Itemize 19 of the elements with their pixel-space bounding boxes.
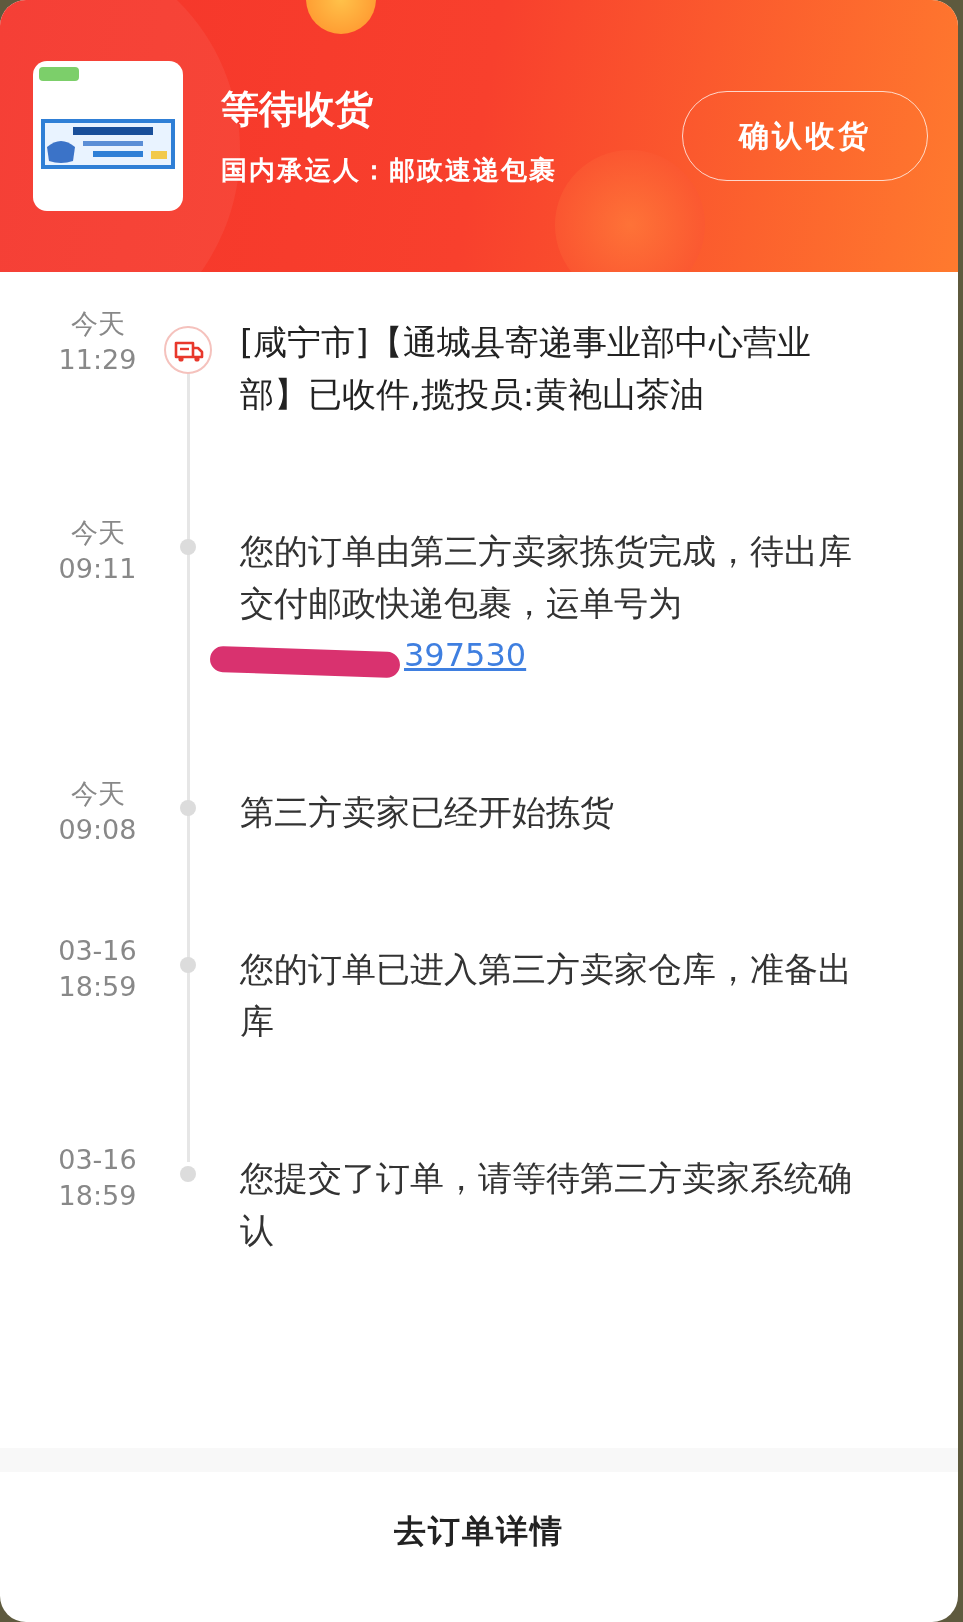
date-label: 03-16 <box>58 1143 137 1177</box>
date-label: 今天 <box>70 777 125 811</box>
tracking-number-link[interactable]: 397530 <box>404 629 527 681</box>
event-text: [咸宁市]【通城县寄递事业部中心营业部】已收件,揽投员:黄袍山茶油 <box>240 322 811 414</box>
status-title: 等待收货 <box>221 85 374 133</box>
time-label: 09:08 <box>58 813 137 847</box>
carrier-text: 国内承运人：邮政速递包裹 <box>221 154 557 187</box>
date-label: 03-16 <box>58 934 137 968</box>
event-text: 您的订单已进入第三方卖家仓库，准备出库 <box>240 949 852 1041</box>
event-text: 您的订单由第三方卖家拣货完成，待出库交付邮政快递包裹，运单号为 <box>240 531 852 623</box>
date-label: 今天 <box>70 307 125 341</box>
time-label: 11:29 <box>58 343 137 377</box>
event-text: 第三方卖家已经开始拣货 <box>240 792 614 832</box>
date-label: 今天 <box>70 516 125 550</box>
time-label: 18:59 <box>58 1179 137 1213</box>
time-label: 18:59 <box>58 970 137 1004</box>
event-text: 您提交了订单，请等待第三方卖家系统确认 <box>240 1158 852 1250</box>
time-label: 09:11 <box>58 552 137 586</box>
order-details-link[interactable]: 去订单详情 <box>394 1510 564 1554</box>
